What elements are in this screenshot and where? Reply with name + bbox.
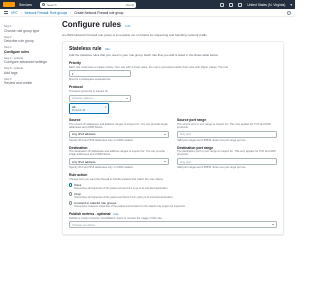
publish-metrics-label-text: Publish metrics - optional	[69, 212, 111, 217]
menu-icon[interactable]	[4, 11, 8, 14]
priority-input[interactable]: 1	[69, 70, 131, 78]
priority-label: Priority	[69, 61, 81, 65]
destination-select[interactable]: Any IPv4 address	[69, 158, 169, 166]
breadcrumb-rule-groups[interactable]: Network Firewall: Rule groups	[25, 11, 68, 15]
notifications-icon[interactable]	[229, 2, 234, 7]
step-advanced-settings: Configure advanced settings	[4, 60, 47, 64]
page-title-text: Configure rules	[62, 20, 122, 29]
radio-description: Discontinue all inspection of the packet…	[74, 196, 174, 200]
account-menu[interactable]: ▾	[290, 3, 292, 7]
cloudshell-icon[interactable]	[220, 2, 225, 7]
source-port-description: The source port or port range to inspect…	[177, 122, 271, 129]
step-review-create: Review and create	[4, 81, 33, 85]
publish-metrics-placeholder: Choose an action	[72, 222, 96, 227]
radio-button[interactable]	[69, 201, 73, 205]
source-label: Source	[69, 118, 81, 123]
protocol-multiselect[interactable]: Choose options	[69, 94, 131, 102]
chevron-down-icon	[272, 224, 274, 226]
breadcrumb-current: Create Network Firewall rule group	[74, 10, 124, 15]
publish-metrics-select[interactable]: Choose an action	[69, 221, 277, 229]
radio-description: Discontinue all inspection of the packet…	[74, 187, 169, 191]
chevron-down-icon	[164, 133, 166, 135]
aws-top-nav: Services Search [Alt+S] United States (N…	[0, 0, 295, 9]
page-description: An AWS Network Firewall rule group is a …	[62, 33, 208, 37]
stateless-rule-panel: Stateless rule Info Add the stateless ru…	[62, 41, 284, 236]
protocol-token: All Protocol: All ×	[69, 103, 109, 115]
info-link[interactable]: Info	[113, 212, 118, 216]
panel-description: Add the stateless rules that you need in…	[69, 53, 219, 57]
rule-action-label: Rule action	[69, 173, 88, 178]
services-menu[interactable]: Services	[19, 3, 32, 7]
destination-port-input[interactable]: Any port	[177, 158, 277, 166]
publish-metrics-description: Publish a custom Amazon CloudWatch metri…	[69, 216, 163, 220]
source-value: Any IPv4 address	[72, 132, 96, 137]
priority-hint: Must be a whitespace-separated list.	[69, 78, 112, 82]
source-description: The source IP addresses and address rang…	[69, 122, 168, 129]
step-link-choose-type[interactable]: Choose rule group type	[4, 29, 54, 33]
source-port-input[interactable]: Any port	[177, 130, 277, 138]
step-add-tags: Add tags	[4, 70, 18, 75]
search-input[interactable]: Search [Alt+S]	[40, 1, 137, 8]
step-current-configure-rules: Configure rules	[4, 49, 30, 54]
protocol-description: Transport protocols to inspect for.	[69, 89, 109, 93]
main-content: Configure rules Info An AWS Network Fire…	[62, 20, 284, 236]
destination-port-hint: Valid port ranges are 0-65535. Enter one…	[177, 166, 247, 170]
source-port-label: Source port range	[177, 118, 207, 123]
panel-title: Stateless rule Info	[69, 46, 277, 52]
chevron-down-icon	[164, 161, 166, 163]
search-placeholder: Search	[47, 2, 57, 7]
rule-action-description: Choose how you want the firewall to hand…	[69, 177, 164, 181]
publish-metrics-label: Publish metrics - optional Info	[69, 212, 277, 216]
breadcrumb: VPC › Network Firewall: Rule groups › Cr…	[0, 9, 295, 17]
source-select[interactable]: Any IPv4 address	[69, 130, 169, 138]
destination-port-description: The destination port or port range to in…	[177, 150, 276, 157]
panel-title-text: Stateless rule	[69, 46, 102, 52]
page-title: Configure rules Info	[62, 20, 284, 31]
step-link-describe[interactable]: Describe rule group	[4, 39, 54, 43]
search-icon	[42, 3, 46, 6]
wizard-steps: Step 1 Choose rule group type Step 2 Des…	[4, 22, 54, 85]
info-link[interactable]: Info	[125, 24, 130, 28]
token-sublabel: Protocol: All	[72, 109, 86, 113]
protocol-placeholder: Choose options	[72, 96, 93, 101]
breadcrumb-vpc[interactable]: VPC	[11, 11, 18, 15]
close-icon[interactable]: ×	[105, 105, 107, 109]
destination-hint: Specify IPv4 and IPv6 addresses only, in…	[69, 166, 134, 170]
settings-icon[interactable]	[238, 2, 243, 7]
info-link[interactable]: Info	[105, 47, 110, 51]
radio-button-selected[interactable]	[69, 183, 73, 187]
radio-pass[interactable]: Pass Discontinue all inspection of the p…	[69, 183, 277, 190]
radio-description: Discontinue stateless inspection of the …	[74, 205, 186, 209]
chevron-down-icon	[126, 97, 128, 99]
chevron-right-icon: ›	[70, 10, 72, 15]
info-panel-icon[interactable]	[287, 10, 291, 15]
aws-logo[interactable]	[3, 2, 15, 7]
priority-description: Each rule must have a unique priority. Y…	[69, 65, 228, 69]
radio-button[interactable]	[69, 192, 73, 196]
radio-drop[interactable]: Drop Discontinue all inspection of the p…	[69, 192, 277, 199]
destination-description: The destination IP addresses and address…	[69, 150, 165, 157]
destination-value: Any IPv4 address	[72, 159, 96, 164]
region-selector[interactable]: United States (N. Virginia)	[247, 3, 285, 7]
protocol-label: Protocol	[69, 85, 83, 90]
search-shortcut: [Alt+S]	[125, 2, 135, 7]
chevron-right-icon: ›	[20, 10, 22, 15]
radio-forward-stateful[interactable]: Forward to stateful rule groups Disconti…	[69, 201, 277, 208]
